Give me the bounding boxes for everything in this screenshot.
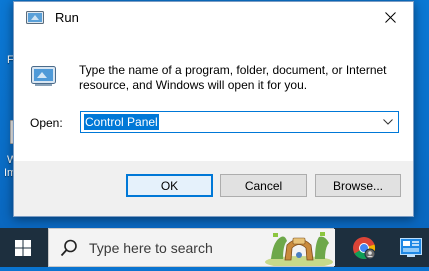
close-button[interactable] [367,2,413,32]
run-icon [26,10,46,25]
taskbar-app-button[interactable] [392,228,429,267]
open-combobox[interactable]: Control Panel [80,111,399,133]
search-icon [59,238,79,258]
dropdown-button[interactable] [380,114,396,130]
dialog-title: Run [55,10,79,25]
ok-button[interactable]: OK [126,174,213,197]
run-program-icon [29,63,59,87]
run-dialog: Run Type the name of a program, folder, … [13,1,414,217]
chrome-icon [353,236,376,259]
dialog-content: Type the name of a program, folder, docu… [14,32,413,161]
cancel-button[interactable]: Cancel [220,174,307,197]
chevron-down-icon [383,119,393,125]
taskbar: Type here to search [0,228,429,268]
close-icon [384,11,396,23]
taskbar-search[interactable]: Type here to search [48,228,335,268]
title-bar[interactable]: Run [14,2,413,32]
open-label: Open: [30,116,63,130]
dialog-footer: OK Cancel Browse... [14,161,413,216]
search-placeholder: Type here to search [89,240,213,256]
start-button[interactable] [0,228,46,267]
open-input[interactable]: Control Panel [84,114,159,130]
dialog-description: Type the name of a program, folder, docu… [79,63,387,92]
windows-logo-icon [15,239,31,256]
browse-button[interactable]: Browse... [315,174,401,197]
taskbar-chrome-button[interactable] [345,228,383,267]
control-panel-icon [399,237,422,257]
search-highlight-illustration-icon [263,229,335,268]
